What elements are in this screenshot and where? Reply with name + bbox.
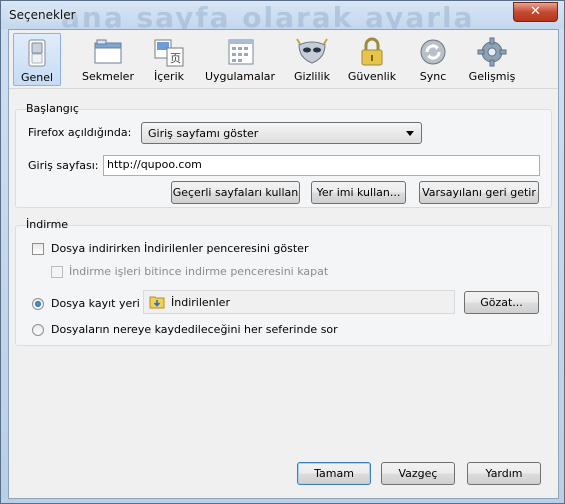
downloads-folder-icon — [149, 296, 165, 309]
pane-tabs-label: Sekmeler — [82, 70, 134, 83]
downloads-group-title: İndirme — [26, 218, 69, 231]
pane-security-label: Güvenlik — [347, 70, 397, 83]
sync-icon — [420, 39, 446, 65]
close-when-done-checkbox[interactable] — [51, 266, 63, 278]
save-to-label: Dosya kayıt yeri — [51, 297, 140, 310]
chevron-down-icon — [406, 131, 414, 136]
when-starts-value: Giriş sayfamı göster — [148, 127, 259, 140]
save-to-radio[interactable] — [32, 298, 44, 310]
window-title: Seçenekler — [9, 8, 76, 22]
pane-sync-label: Sync — [419, 70, 447, 83]
browse-button[interactable]: Gözat... — [464, 291, 539, 314]
preferences-pane-toolbar: Genel Sekmeler 页 İçerik Uygulamalar Gizl… — [9, 30, 558, 89]
pane-applications[interactable]: Uygulamalar — [202, 33, 278, 86]
ok-button[interactable]: Tamam — [297, 462, 371, 485]
pane-privacy-label: Gizlilik — [294, 70, 330, 83]
show-downloads-window-checkbox[interactable] — [32, 243, 44, 255]
pane-general-label: Genel — [20, 71, 54, 84]
pane-tabs[interactable]: Sekmeler — [79, 33, 137, 86]
use-bookmark-button[interactable]: Yer imi kullan... — [311, 181, 406, 204]
pane-applications-label: Uygulamalar — [204, 70, 276, 83]
privacy-mask-icon — [296, 38, 328, 64]
always-ask-label: Dosyaların nereye kaydedileceğini her se… — [51, 323, 338, 336]
title-bar[interactable]: ana sayfa olarak ayarla Seçenekler ✕ — [1, 1, 564, 34]
always-ask-radio[interactable] — [32, 324, 44, 336]
close-icon: ✕ — [530, 4, 541, 19]
advanced-gear-icon — [477, 37, 507, 67]
pane-advanced-label: Gelişmiş — [468, 70, 516, 83]
use-current-pages-button[interactable]: Geçerli sayfaları kullan — [171, 181, 300, 204]
close-when-done-label: İndirme işleri bitince indirme penceresi… — [69, 265, 329, 278]
homepage-field[interactable] — [103, 155, 540, 176]
show-downloads-window-label: Dosya indirirken İndirilenler penceresin… — [51, 242, 309, 255]
pane-content-label: İçerik — [153, 70, 184, 83]
pane-general[interactable]: Genel — [13, 33, 61, 86]
startup-group: Başlangıç Firefox açıldığında: Giriş say… — [15, 102, 552, 208]
download-folder-name: İndirilenler — [171, 296, 230, 309]
applications-icon — [228, 39, 254, 65]
security-lock-icon — [361, 37, 383, 66]
pane-privacy[interactable]: Gizlilik — [287, 33, 337, 86]
close-button[interactable]: ✕ — [513, 2, 558, 22]
pane-content[interactable]: 页 İçerik — [145, 33, 193, 86]
startup-group-title: Başlangıç — [26, 102, 79, 115]
pane-advanced[interactable]: Gelişmiş — [465, 33, 519, 86]
when-starts-label: Firefox açıldığında: — [28, 126, 132, 139]
download-folder-display: İndirilenler — [143, 290, 455, 314]
downloads-group: İndirme Dosya indirirken İndirilenler pe… — [15, 218, 552, 346]
content-icon: 页 — [154, 39, 184, 67]
cancel-button[interactable]: Vazgeç — [381, 462, 455, 485]
general-switch-icon — [28, 39, 46, 67]
homepage-input[interactable] — [107, 158, 521, 171]
homepage-label: Giriş sayfası: — [28, 159, 99, 172]
svg-text:页: 页 — [170, 52, 181, 65]
pane-security[interactable]: Güvenlik — [343, 33, 401, 86]
help-button[interactable]: Yardım — [467, 462, 541, 485]
dialog-client-area: Genel Sekmeler 页 İçerik Uygulamalar Gizl… — [8, 29, 559, 499]
options-window: ana sayfa olarak ayarla Seçenekler ✕ Gen… — [0, 0, 565, 504]
tabs-window-icon — [94, 39, 122, 64]
when-starts-select[interactable]: Giriş sayfamı göster — [141, 122, 422, 144]
pane-sync[interactable]: Sync — [411, 33, 455, 86]
restore-default-button[interactable]: Varsayılanı geri getir — [419, 181, 539, 204]
